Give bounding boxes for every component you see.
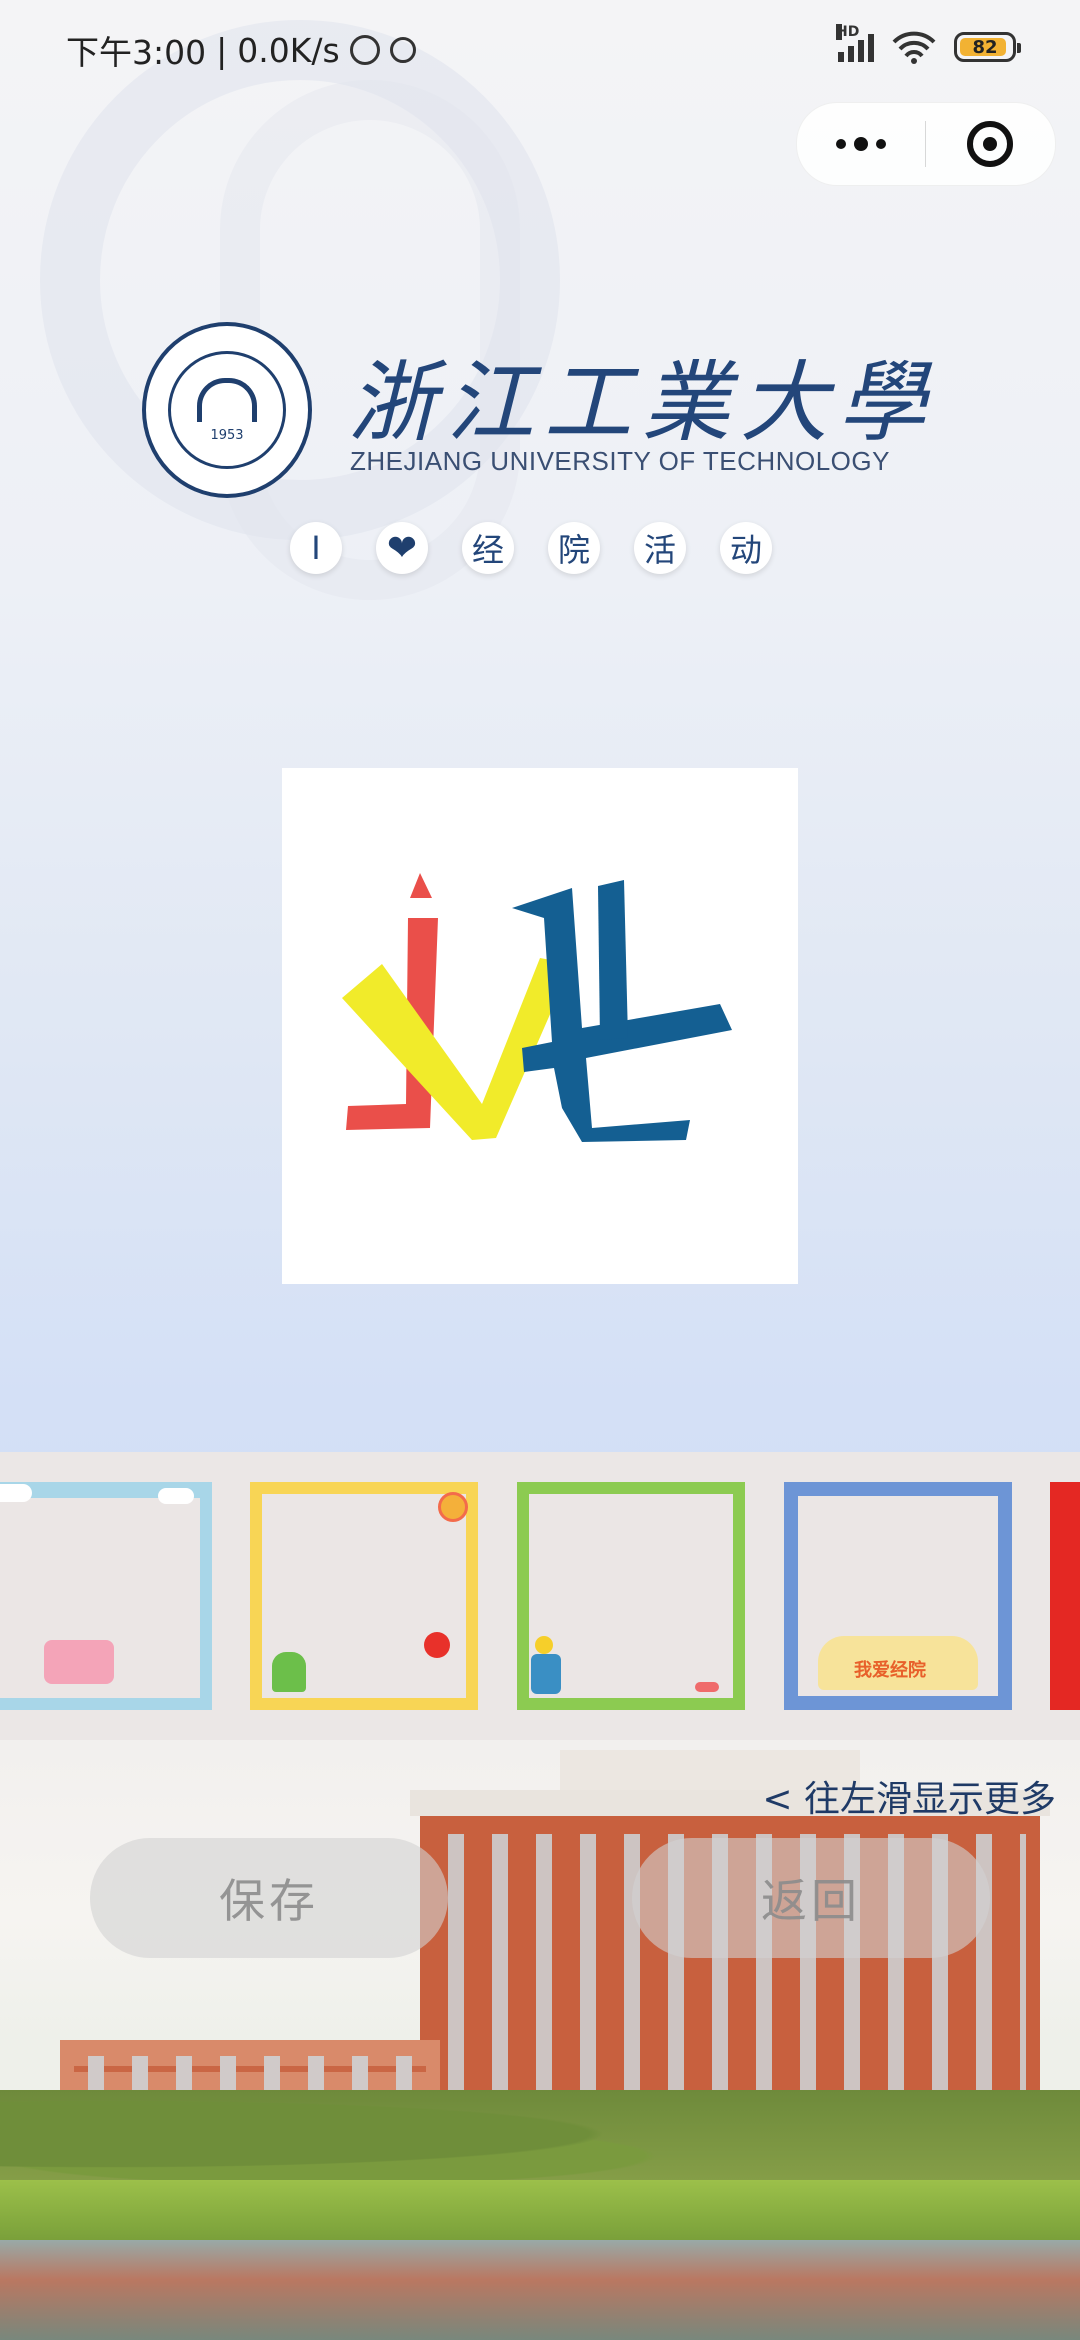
status-time: 下午3:00 (66, 33, 207, 72)
save-button[interactable]: 保存 (90, 1838, 448, 1958)
alarm-icon (349, 35, 380, 65)
slogan-char: 活 (634, 522, 686, 574)
more-dots-icon[interactable] (797, 103, 925, 185)
jyt-logo-icon (342, 873, 732, 1142)
network-speed: 0.0K/s (237, 30, 340, 70)
status-right: HD 82 (836, 24, 1021, 64)
swipe-hint: < 往左滑显示更多 (762, 1779, 1056, 1820)
slogan-row: I ❤ 经 院 活 动 (290, 522, 772, 574)
slogan-char: 院 (548, 522, 600, 574)
campus-background-image (0, 1740, 1080, 2340)
slogan-char: 经 (462, 522, 514, 574)
miniprogram-capsule (796, 102, 1056, 186)
sunflower-frame[interactable] (517, 1482, 745, 1710)
seal-year: 1953 (210, 427, 244, 443)
cactus-flower-frame[interactable] (250, 1482, 478, 1710)
slogan-char: I (290, 522, 342, 574)
cloud-frame[interactable] (0, 1482, 212, 1710)
university-seal-icon: 1953 (142, 322, 312, 498)
status-left: 下午3:00 | 0.0K/s (66, 26, 416, 74)
heart-icon: ❤ (376, 522, 428, 574)
target-close-icon (967, 121, 1013, 167)
network-type: HD (836, 24, 860, 40)
signal-icon: HD (836, 24, 874, 62)
battery-level: 82 (972, 36, 998, 58)
university-name-en: ZHEJIANG UNIVERSITY OF TECHNOLOGY (350, 446, 890, 476)
love-jingyuan-frame[interactable]: 我爱经院 (784, 1482, 1012, 1710)
university-logo: 1953 浙江工業大學 ZHEJIANG UNIVERSITY OF TECHN… (142, 322, 926, 502)
wifi-icon (892, 31, 936, 64)
sync-icon (389, 37, 416, 63)
frame-picker[interactable]: 我爱经院 (0, 1452, 1080, 1740)
red-frame[interactable] (1050, 1482, 1080, 1710)
back-button[interactable]: 返回 (632, 1838, 990, 1958)
avatar-preview[interactable] (282, 768, 798, 1284)
slogan-char: 动 (720, 522, 772, 574)
battery-icon: 82 (954, 32, 1021, 62)
status-separator: | (216, 30, 228, 70)
university-name-cn: 浙江工業大學 (348, 351, 937, 454)
close-miniprogram-button[interactable] (926, 103, 1054, 185)
frame-caption: 我爱经院 (854, 1660, 926, 1681)
status-bar: 下午3:00 | 0.0K/s HD 82 (0, 0, 1080, 100)
